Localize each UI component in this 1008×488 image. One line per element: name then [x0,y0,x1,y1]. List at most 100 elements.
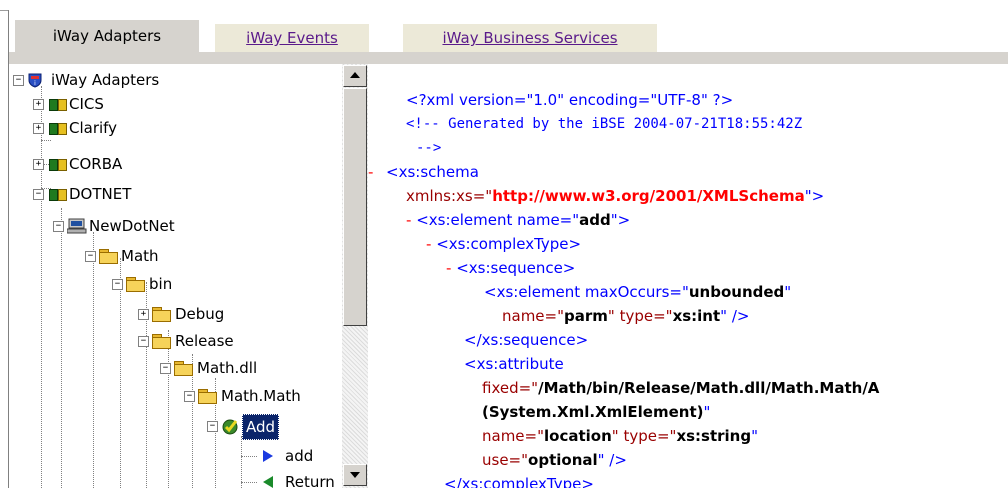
tree-node-release[interactable]: − Release [9,329,309,353]
tab-iway-adapters[interactable]: iWay Adapters [15,20,199,52]
tree-node-label: Release [175,332,234,350]
collapse-icon[interactable]: − [112,279,123,290]
collapse-icon[interactable]: − [85,251,96,262]
tree-node-math[interactable]: − Math [9,244,309,268]
xml-punct: " /> [597,451,627,469]
tree-node-label: iWay Adapters [51,71,160,89]
tree-node-cics[interactable]: + CICS [9,92,309,116]
tree-line [41,140,51,141]
xml-attr-value: xs:string [676,427,752,445]
adapter-icon [49,121,67,135]
tree-node-label: Debug [175,305,225,323]
tab-panel-header [8,52,1008,64]
xml-comment-end: --> [416,140,442,156]
tree-node-corba[interactable]: + CORBA [9,152,309,176]
tree-node-clarify[interactable]: + Clarify [9,116,309,140]
tree-node-newdotnet[interactable]: − NewDotNet [9,214,309,238]
collapse-dash[interactable]: - [426,235,431,253]
collapse-icon[interactable]: − [184,391,195,402]
xml-attribute-use: use="optional" /> [482,448,627,472]
expand-icon[interactable]: + [33,159,44,170]
xml-attr-name: " type=" [607,307,673,325]
collapse-dash[interactable]: - [446,259,451,277]
folder-icon [152,307,171,322]
collapse-dash[interactable]: - [368,160,373,184]
xml-attr-value: unbounded [688,283,785,301]
expand-icon[interactable]: + [138,309,149,320]
expand-icon[interactable]: + [33,99,44,110]
collapse-dash[interactable]: - [406,211,411,229]
xml-comment-text: <!-- Generated by the iBSE 2004-07-21T18… [406,116,803,132]
xml-element-parm: <xs:element maxOccurs="unbounded" [484,280,791,304]
xml-tag: <xs:element name=" [416,211,580,229]
xml-element-add[interactable]: - <xs:element name="add"> [406,208,630,232]
xml-attr-name: " type=" [611,427,677,445]
xml-sequence-open[interactable]: - <xs:sequence> [446,256,575,280]
tab-bar: iWay Adapters iWay Events iWay Business … [8,10,1008,52]
output-arrow-icon [263,476,273,488]
scrollbar-thumb[interactable] [343,88,367,326]
tree-scrollbar[interactable] [342,64,368,488]
adapter-icon [49,187,67,201]
collapse-icon[interactable]: − [160,363,171,374]
xml-attr-value: http://www.w3.org/2001/XMLSchema [492,187,805,205]
xml-attr-name: use=" [482,451,529,469]
iway-shield-icon: i [28,73,42,88]
tree-node-bin[interactable]: − bin [9,272,309,296]
folder-icon [152,334,171,349]
tree-node-return[interactable]: Return [9,470,342,488]
tree-node-label: CICS [69,95,104,113]
collapse-icon[interactable]: − [33,189,44,200]
xml-attr-name: name=" [482,427,545,445]
xml-complextype-close: </xs:complexType> [444,475,594,488]
arrow-up-icon [350,72,360,78]
folder-icon [126,277,145,292]
xml-namespace-attr: xmlns:xs="http://www.w3.org/2001/XMLSche… [406,184,824,208]
tree-node-add-input[interactable]: add [9,444,313,468]
xml-punct: "> [610,211,631,229]
xml-punct: " [703,403,711,421]
scroll-down-button[interactable] [343,464,367,486]
tree-node-math-dll[interactable]: − Math.dll [9,356,309,380]
expand-icon[interactable]: + [33,123,44,134]
tree-node-label: Math.dll [197,359,258,377]
collapse-icon[interactable]: − [207,421,218,432]
xml-attr-value: /Math/bin/Release/Math.dll/Math.Math/A [538,379,880,397]
tree-node-label: Math [121,247,159,265]
scroll-up-button[interactable] [343,65,367,87]
tree-node-dotnet[interactable]: − DOTNET [9,182,309,206]
xml-comment: <!-- Generated by the iBSE 2004-07-21T18… [406,112,802,136]
tree-node-label: DOTNET [69,185,132,203]
method-check-icon [222,419,238,435]
xml-punct: " [784,283,792,301]
xml-attr-value: parm [564,307,608,325]
collapse-icon[interactable]: − [138,336,149,347]
tree-node-label-selected: Add [242,414,280,440]
xml-tag: <xs:schema [386,163,479,181]
xml-attribute-fixed-cont: (System.Xml.XmlElement)" [482,400,710,424]
computer-icon [67,218,87,234]
tree-node-debug[interactable]: + Debug [9,302,309,326]
tree-node-add[interactable]: − Add [9,414,309,440]
collapse-icon[interactable]: − [53,221,64,232]
tree-node-iway-adapters[interactable]: − i iWay Adapters [9,68,309,92]
xml-attr-value: location [544,427,612,445]
xml-tag: <xs:sequence> [456,259,576,277]
xml-attr-name: xmlns:xs=" [406,187,493,205]
tab-iway-events[interactable]: iWay Events [215,24,369,52]
collapse-icon[interactable]: − [13,75,24,86]
xml-attr-name: name=" [502,307,565,325]
xml-punct: " [751,427,758,445]
folder-icon [99,249,118,264]
tree-node-math-math[interactable]: − Math.Math [9,384,339,408]
xml-tag: <xs:element maxOccurs=" [484,283,689,301]
adapter-icon [49,157,67,171]
xml-element-parm-attrs: name="parm" type="xs:int" /> [502,304,749,328]
xml-attr-value: add [579,211,611,229]
xml-attr-name: fixed=" [482,379,539,397]
xml-punct: " /> [720,307,750,325]
tree-node-label: NewDotNet [89,217,175,235]
xml-complextype-open[interactable]: - <xs:complexType> [426,232,581,256]
tab-iway-business-services[interactable]: iWay Business Services [403,24,657,52]
xml-attr-value: optional [528,451,598,469]
